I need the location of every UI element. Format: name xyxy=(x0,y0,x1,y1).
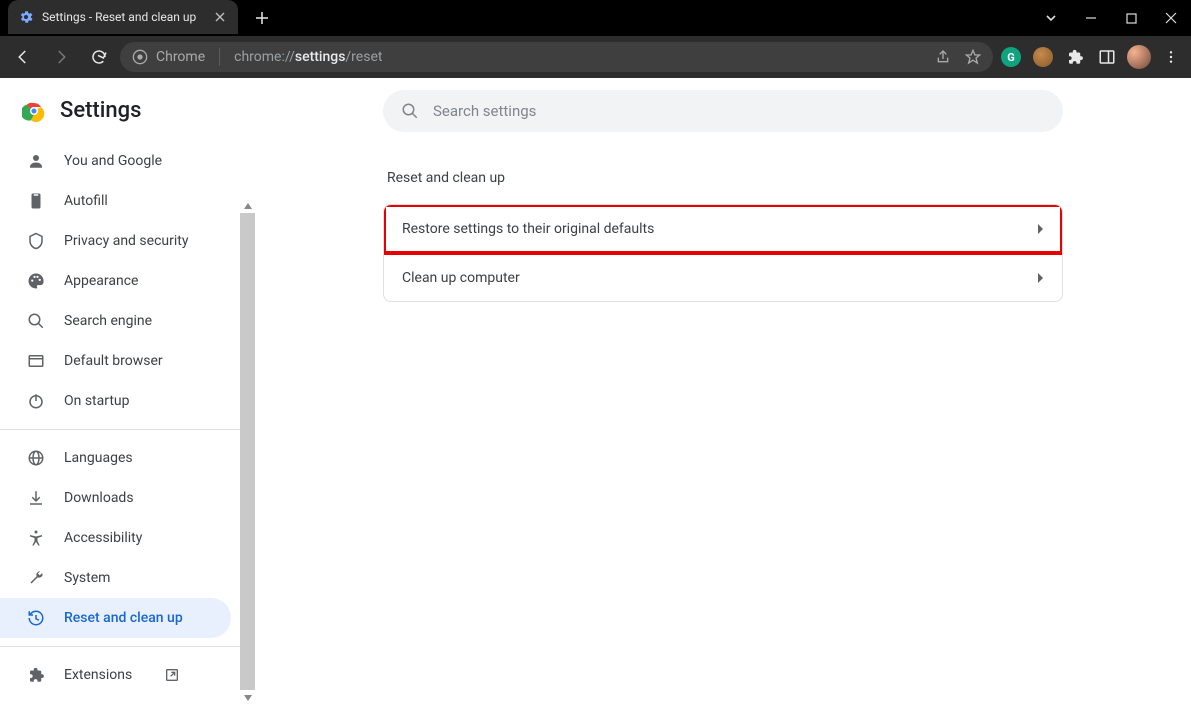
globe-icon xyxy=(26,449,46,467)
row-label: Clean up computer xyxy=(402,270,520,286)
extensions-puzzle-icon[interactable] xyxy=(1061,43,1089,71)
sidebar-item-label: Languages xyxy=(64,450,133,466)
chevron-right-icon xyxy=(1036,224,1044,234)
extension-grammarly-icon[interactable]: G xyxy=(997,43,1025,71)
sidebar-scrollbar[interactable] xyxy=(240,198,255,705)
sidebar-item-appearance[interactable]: Appearance xyxy=(0,261,255,301)
scroll-up-icon[interactable] xyxy=(240,198,255,213)
share-icon[interactable] xyxy=(935,49,951,65)
close-window-button[interactable] xyxy=(1151,0,1191,36)
download-icon xyxy=(26,489,46,507)
sidebar-item-accessibility[interactable]: Accessibility xyxy=(0,518,255,558)
profile-avatar[interactable] xyxy=(1125,43,1153,71)
sidebar-item-label: On startup xyxy=(64,393,130,409)
accessibility-icon xyxy=(26,529,46,547)
sidebar-item-languages[interactable]: Languages xyxy=(0,438,255,478)
chevron-down-icon[interactable] xyxy=(1031,0,1071,36)
sidebar-item-search-engine[interactable]: Search engine xyxy=(0,301,255,341)
palette-icon xyxy=(26,272,46,290)
sidebar-divider xyxy=(0,429,255,430)
tab-title: Settings - Reset and clean up xyxy=(42,10,204,24)
sidebar-item-label: Privacy and security xyxy=(64,233,188,249)
sidebar-item-label: You and Google xyxy=(64,153,162,169)
sidebar-item-extensions[interactable]: Extensions xyxy=(0,655,255,695)
forward-button[interactable] xyxy=(44,40,78,74)
search-icon xyxy=(26,312,46,330)
clipboard-icon xyxy=(26,192,46,210)
sidebar-item-default-browser[interactable]: Default browser xyxy=(0,341,255,381)
chevron-right-icon xyxy=(1036,273,1044,283)
omnibox[interactable]: Chrome chrome://settings/reset xyxy=(120,42,993,72)
omnibox-divider xyxy=(219,48,220,66)
settings-page: Settings You and Google Autofill Privacy… xyxy=(0,78,1191,705)
reload-button[interactable] xyxy=(82,40,116,74)
sidebar-item-label: Downloads xyxy=(64,490,134,506)
omnibox-url: chrome://settings/reset xyxy=(234,49,382,65)
sidepanel-icon[interactable] xyxy=(1093,43,1121,71)
address-bar: Chrome chrome://settings/reset G xyxy=(0,36,1191,78)
scrollbar-thumb[interactable] xyxy=(240,213,255,690)
wrench-icon xyxy=(26,569,46,587)
sidebar-item-label: Autofill xyxy=(64,193,108,209)
sidebar-item-system[interactable]: System xyxy=(0,558,255,598)
shield-icon xyxy=(26,232,46,250)
back-button[interactable] xyxy=(6,40,40,74)
bookmark-icon[interactable] xyxy=(965,49,981,65)
site-info-icon[interactable] xyxy=(132,49,148,65)
browser-tab[interactable]: Settings - Reset and clean up xyxy=(8,0,238,34)
browser-window-icon xyxy=(26,352,46,370)
search-icon xyxy=(401,102,419,120)
new-tab-button[interactable] xyxy=(248,4,276,32)
close-tab-icon[interactable] xyxy=(212,9,228,25)
extension-cookie-icon[interactable] xyxy=(1029,43,1057,71)
sidebar-item-autofill[interactable]: Autofill xyxy=(0,181,255,221)
window-titlebar: Settings - Reset and clean up xyxy=(0,0,1191,36)
puzzle-icon xyxy=(26,666,46,684)
sidebar-item-label: Appearance xyxy=(64,273,138,289)
page-title: Settings xyxy=(60,98,141,123)
sidebar-item-reset[interactable]: Reset and clean up xyxy=(0,598,231,638)
sidebar-divider xyxy=(0,646,255,647)
scroll-down-icon[interactable] xyxy=(240,690,255,705)
sidebar-item-privacy[interactable]: Privacy and security xyxy=(0,221,255,261)
chrome-logo-icon xyxy=(22,99,46,123)
cleanup-computer-row[interactable]: Clean up computer xyxy=(384,253,1062,301)
sidebar-item-label: Default browser xyxy=(64,353,163,369)
sidebar-item-label: Search engine xyxy=(64,313,152,329)
section-title: Reset and clean up xyxy=(387,170,1063,186)
maximize-button[interactable] xyxy=(1111,0,1151,36)
kebab-menu-icon[interactable] xyxy=(1157,43,1185,71)
sidebar-item-label: Reset and clean up xyxy=(64,610,183,626)
reset-options-card: Restore settings to their original defau… xyxy=(383,204,1063,302)
sidebar-item-label: System xyxy=(64,570,110,586)
settings-sidebar: Settings You and Google Autofill Privacy… xyxy=(0,78,255,705)
minimize-button[interactable] xyxy=(1071,0,1111,36)
person-icon xyxy=(26,152,46,170)
settings-content: Reset and clean up Restore settings to t… xyxy=(255,78,1191,705)
external-link-icon xyxy=(164,667,180,683)
sidebar-item-label: Extensions xyxy=(64,667,132,683)
sidebar-item-downloads[interactable]: Downloads xyxy=(0,478,255,518)
omnibox-context: Chrome xyxy=(156,49,205,65)
gear-icon xyxy=(18,9,34,25)
restore-icon xyxy=(26,609,46,627)
row-label: Restore settings to their original defau… xyxy=(402,221,654,237)
sidebar-item-on-startup[interactable]: On startup xyxy=(0,381,255,421)
power-icon xyxy=(26,392,46,410)
sidebar-item-label: Accessibility xyxy=(64,530,142,546)
settings-search[interactable] xyxy=(383,90,1063,132)
sidebar-item-you-and-google[interactable]: You and Google xyxy=(0,141,255,181)
settings-search-input[interactable] xyxy=(433,102,1045,120)
restore-defaults-row[interactable]: Restore settings to their original defau… xyxy=(384,205,1062,253)
